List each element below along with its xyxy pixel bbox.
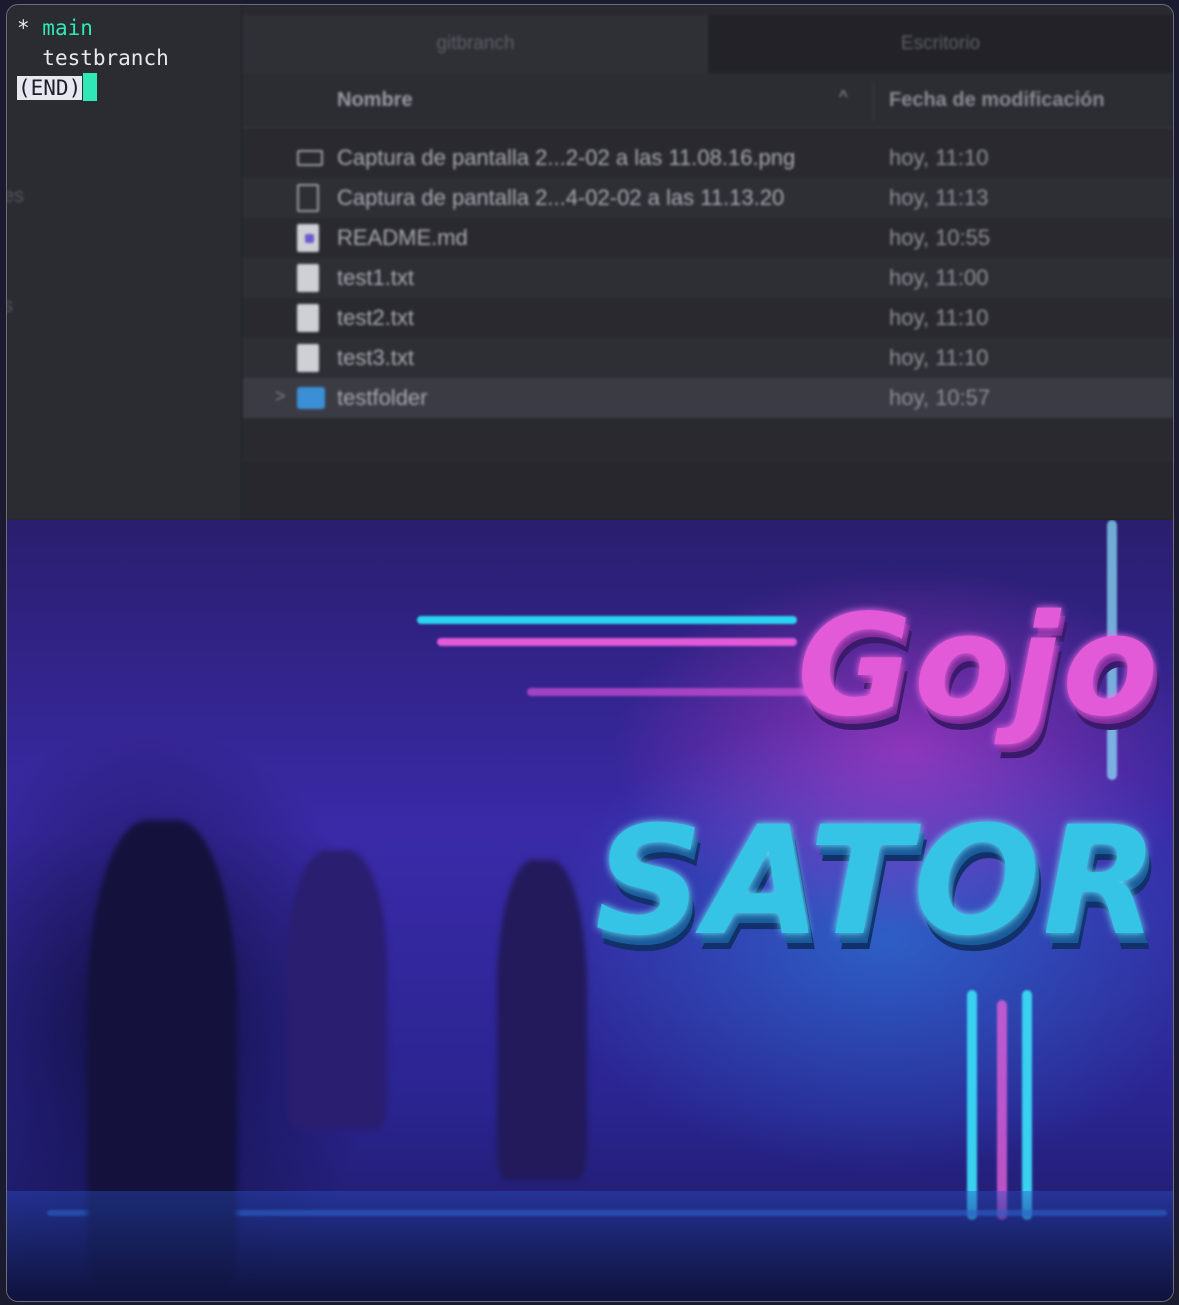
- column-divider[interactable]: [873, 81, 874, 121]
- column-name-header[interactable]: Nombre: [337, 89, 413, 112]
- file-date: hoy, 11:13: [889, 185, 989, 210]
- neon-tube: [997, 1000, 1007, 1220]
- neon-sign-gojo: Gojo: [797, 585, 1161, 748]
- file-row[interactable]: Captura de pantalla 2...4-02-02 a las 11…: [243, 178, 1173, 218]
- text-file-icon: [297, 264, 319, 292]
- street: [7, 1191, 1173, 1301]
- file-row[interactable]: README.md hoy, 10:55: [243, 218, 1173, 258]
- branch-line-current: * main: [17, 13, 169, 43]
- chevron-right-icon[interactable]: >: [275, 386, 286, 407]
- file-name: test1.txt: [337, 265, 415, 290]
- person-silhouette: [287, 850, 387, 1130]
- neon-tube: [1022, 990, 1032, 1220]
- markdown-file-icon: [297, 224, 319, 252]
- neon-tube: [417, 616, 797, 624]
- finder-main: gitbranch Escritorio Nombre ^ Fecha de m…: [243, 5, 1173, 520]
- person-silhouette: [497, 860, 587, 1180]
- file-name: testfolder: [337, 385, 428, 410]
- desktop-wallpaper: Gojo SATOR: [7, 520, 1173, 1301]
- file-row[interactable]: test2.txt hoy, 11:10: [243, 298, 1173, 338]
- finder-tab-bar: gitbranch Escritorio: [243, 15, 1173, 73]
- branch-name: testbranch: [42, 46, 169, 70]
- file-date: hoy, 11:10: [889, 345, 989, 370]
- pager-end-marker: (END): [17, 76, 83, 100]
- file-name: Captura de pantalla 2...2-02 a las 11.08…: [337, 145, 796, 170]
- finder-window-background: es s gitbranch Escritorio Nombre ^ Fecha…: [7, 5, 1173, 520]
- branch-name-current: main: [42, 16, 93, 40]
- neon-sign-satoru: SATOR: [595, 795, 1161, 969]
- file-name: Captura de pantalla 2...4-02-02 a las 11…: [337, 185, 785, 210]
- folder-icon: [297, 387, 325, 409]
- file-row[interactable]: test3.txt hoy, 11:10: [243, 338, 1173, 378]
- file-name: README.md: [337, 225, 468, 250]
- file-row[interactable]: > testfolder hoy, 10:57: [243, 378, 1173, 418]
- sidebar-ghost-text: es: [7, 185, 25, 207]
- tab-gitbranch[interactable]: gitbranch: [243, 15, 708, 73]
- neon-tube: [437, 638, 797, 646]
- terminal-output[interactable]: * main testbranch (END): [17, 13, 169, 103]
- current-branch-marker: *: [17, 16, 43, 40]
- branch-line: testbranch: [17, 43, 169, 73]
- finder-status-bar: [243, 459, 1173, 520]
- branch-marker: [17, 46, 42, 70]
- tab-escritorio[interactable]: Escritorio: [708, 15, 1173, 73]
- file-name: test3.txt: [337, 345, 415, 370]
- text-file-icon: [297, 304, 319, 332]
- text-cursor: [83, 73, 98, 101]
- sort-ascending-icon: ^: [839, 87, 848, 107]
- neon-tube: [527, 688, 827, 696]
- neon-tube: [967, 990, 977, 1220]
- file-row[interactable]: test1.txt hoy, 11:00: [243, 258, 1173, 298]
- column-date-header[interactable]: Fecha de modificación: [889, 89, 1105, 112]
- sidebar-ghost-text: s: [7, 295, 13, 318]
- file-row[interactable]: Captura de pantalla 2...2-02 a las 11.08…: [243, 138, 1173, 178]
- file-list: Captura de pantalla 2...2-02 a las 11.08…: [243, 138, 1173, 418]
- file-name: test2.txt: [337, 305, 415, 330]
- blank-file-icon: [297, 184, 319, 212]
- file-date: hoy, 11:10: [889, 145, 989, 170]
- image-file-icon: [297, 150, 323, 166]
- terminal-window[interactable]: es s gitbranch Escritorio Nombre ^ Fecha…: [6, 4, 1174, 1302]
- text-file-icon: [297, 344, 319, 372]
- column-header: Nombre ^ Fecha de modificación: [243, 73, 1173, 128]
- file-date: hoy, 10:55: [889, 225, 991, 250]
- file-date: hoy, 11:00: [889, 265, 989, 290]
- pager-prompt: (END): [17, 73, 169, 103]
- file-date: hoy, 11:10: [889, 305, 989, 330]
- file-date: hoy, 10:57: [889, 385, 991, 410]
